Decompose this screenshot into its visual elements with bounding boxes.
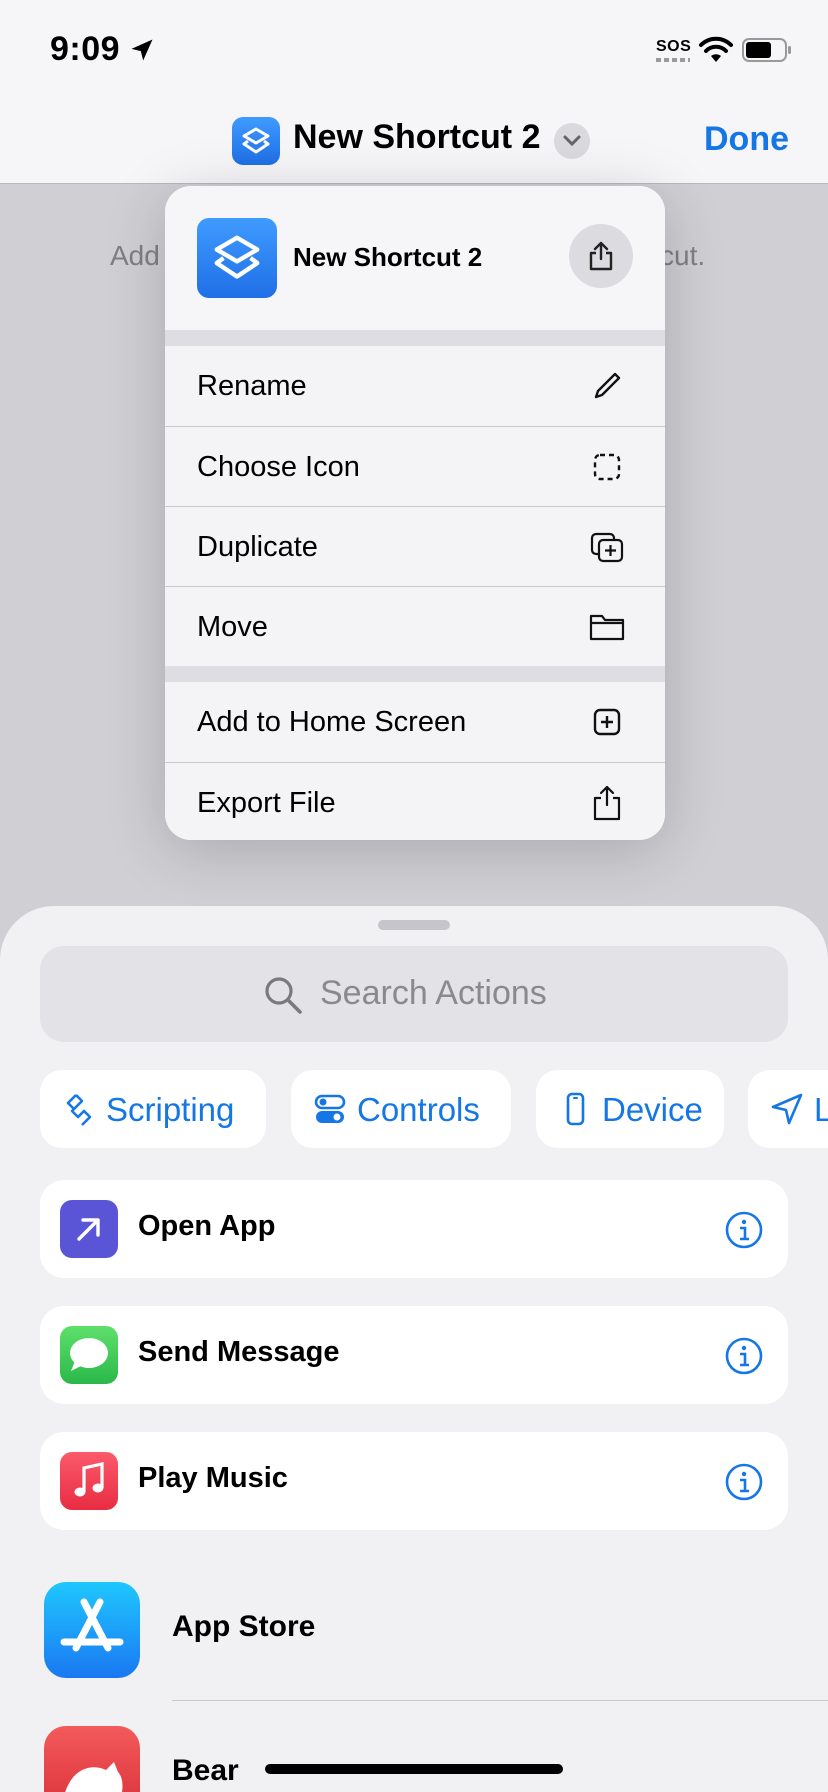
shortcut-icon-large bbox=[197, 218, 277, 298]
action-label: Send Message bbox=[138, 1336, 340, 1368]
app-label: Bear bbox=[172, 1754, 239, 1787]
editor-hint-right: cut. bbox=[660, 240, 706, 271]
menu-item-duplicate[interactable]: Duplicate bbox=[165, 506, 665, 586]
search-icon bbox=[265, 977, 302, 1014]
chip-scripting[interactable]: Scripting bbox=[40, 1070, 266, 1148]
action-label: Play Music bbox=[138, 1462, 288, 1494]
duplicate-icon bbox=[590, 532, 624, 563]
menu-item-label: Choose Icon bbox=[197, 451, 360, 483]
shortcut-icon[interactable] bbox=[232, 117, 280, 165]
sos-indicator: SOS bbox=[656, 38, 692, 55]
menu-header-title: New Shortcut 2 bbox=[293, 242, 483, 272]
search-placeholder: Search Actions bbox=[320, 974, 547, 1012]
share-button[interactable] bbox=[569, 224, 633, 288]
info-icon[interactable] bbox=[724, 1336, 764, 1376]
chip-device[interactable]: Device bbox=[536, 1070, 724, 1148]
action-play-music[interactable]: Play Music bbox=[40, 1432, 788, 1530]
sheet-grabber[interactable] bbox=[378, 920, 450, 930]
scripting-icon bbox=[66, 1094, 92, 1126]
music-note-icon bbox=[74, 1462, 104, 1497]
chip-label: Scripting bbox=[106, 1091, 235, 1128]
menu-item-move[interactable]: Move bbox=[165, 586, 665, 666]
row-divider bbox=[172, 1700, 828, 1701]
chip-controls[interactable]: Controls bbox=[291, 1070, 511, 1148]
app-store-icon bbox=[44, 1582, 140, 1678]
layers-icon bbox=[242, 127, 270, 154]
shortcut-options-menu: New Shortcut 2 Rename Choose Icon Duplic… bbox=[165, 186, 665, 840]
app-row-bear[interactable]: Bear bbox=[0, 1706, 828, 1792]
plus-square-icon bbox=[593, 708, 621, 736]
chip-label: Controls bbox=[357, 1091, 480, 1128]
action-label: Open App bbox=[138, 1210, 276, 1242]
status-time: 9:09 bbox=[50, 30, 121, 68]
folder-icon bbox=[589, 614, 625, 641]
action-send-message[interactable]: Send Message bbox=[40, 1306, 788, 1404]
menu-item-label: Move bbox=[197, 611, 268, 643]
arrow-up-right-icon bbox=[77, 1218, 100, 1241]
app-store-glyph-icon bbox=[60, 1598, 124, 1652]
toggles-icon bbox=[314, 1094, 346, 1123]
chevron-down-icon bbox=[563, 135, 581, 147]
pencil-icon bbox=[594, 372, 621, 399]
messages-icon bbox=[60, 1326, 118, 1384]
action-open-app[interactable]: Open App bbox=[40, 1180, 788, 1278]
menu-item-label: Rename bbox=[197, 370, 307, 402]
home-indicator[interactable] bbox=[265, 1764, 563, 1774]
shortcut-title[interactable]: New Shortcut 2 bbox=[293, 118, 540, 157]
menu-item-add-to-home-screen[interactable]: Add to Home Screen bbox=[165, 682, 665, 762]
music-app-icon bbox=[60, 1452, 118, 1510]
export-icon bbox=[593, 785, 621, 821]
menu-header: New Shortcut 2 bbox=[165, 186, 665, 330]
menu-item-label: Duplicate bbox=[197, 531, 318, 563]
menu-item-export-file[interactable]: Export File bbox=[165, 762, 665, 840]
wifi-icon bbox=[699, 36, 733, 62]
phone-icon bbox=[566, 1092, 585, 1126]
title-menu-button[interactable] bbox=[554, 123, 590, 159]
done-button[interactable]: Done bbox=[704, 120, 789, 159]
open-app-icon bbox=[60, 1200, 118, 1258]
actions-sheet: Search Actions Scripting Controls Device… bbox=[0, 906, 828, 1792]
app-label: App Store bbox=[172, 1610, 316, 1643]
menu-separator bbox=[165, 330, 665, 346]
layers-icon bbox=[214, 235, 260, 279]
app-row-app-store[interactable]: App Store bbox=[0, 1562, 828, 1702]
dashed-square-icon bbox=[593, 453, 621, 481]
top-bar: 9:09 SOS New Shortcut 2 Done bbox=[0, 0, 828, 184]
editor-hint-left: Add bbox=[110, 240, 160, 271]
info-icon[interactable] bbox=[724, 1462, 764, 1502]
menu-item-rename[interactable]: Rename bbox=[165, 346, 665, 426]
share-icon bbox=[589, 241, 613, 271]
chip-location[interactable]: L bbox=[748, 1070, 828, 1148]
bear-glyph-icon bbox=[65, 1762, 123, 1792]
battery-icon bbox=[742, 38, 791, 62]
info-icon[interactable] bbox=[724, 1210, 764, 1250]
menu-item-label: Export File bbox=[197, 787, 336, 819]
location-arrow-icon bbox=[131, 39, 153, 61]
location-arrow-icon bbox=[771, 1093, 803, 1125]
menu-item-label: Add to Home Screen bbox=[197, 706, 467, 738]
menu-item-choose-icon[interactable]: Choose Icon bbox=[165, 426, 665, 506]
chip-label: L bbox=[814, 1091, 828, 1128]
speech-bubble-icon bbox=[70, 1338, 108, 1371]
menu-separator bbox=[165, 666, 665, 682]
chip-label: Device bbox=[602, 1091, 703, 1128]
search-actions-field[interactable]: Search Actions bbox=[40, 946, 788, 1042]
sos-dots bbox=[656, 58, 690, 62]
bear-app-icon bbox=[44, 1726, 140, 1792]
